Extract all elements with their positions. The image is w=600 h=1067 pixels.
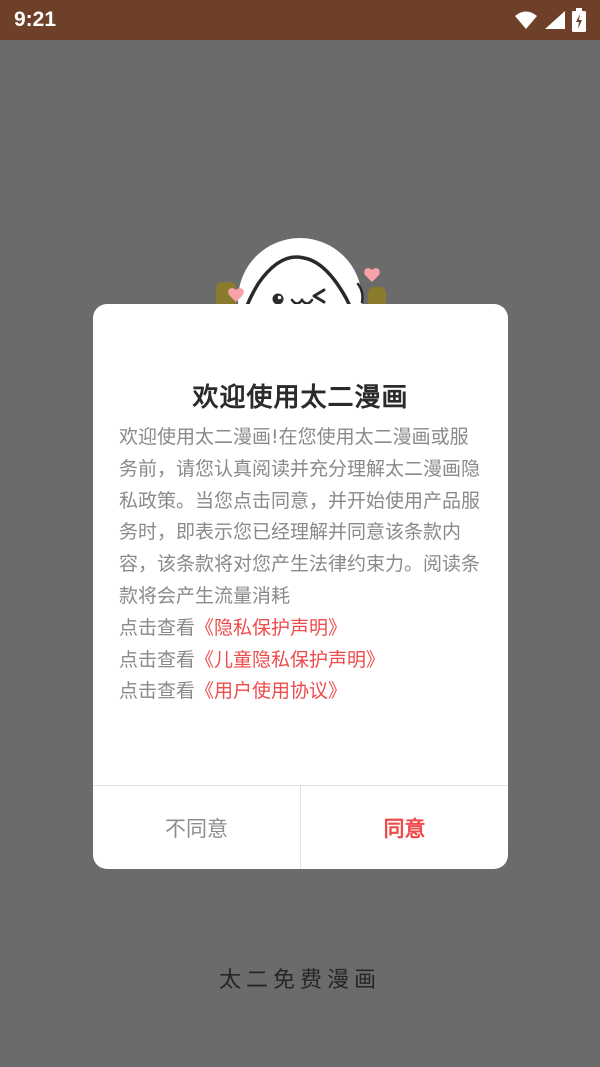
- signal-icon: [545, 11, 565, 29]
- children-privacy-statement-link[interactable]: 《儿童隐私保护声明》: [195, 649, 385, 671]
- status-time: 9:21: [14, 8, 57, 31]
- wifi-icon: [515, 11, 537, 29]
- agree-button[interactable]: 同意: [301, 786, 508, 869]
- status-icons: [514, 8, 586, 32]
- status-bar: 9:21: [0, 0, 600, 40]
- link-prefix: 点击查看: [119, 648, 196, 671]
- user-agreement-link[interactable]: 《用户使用协议》: [195, 680, 347, 702]
- link-prefix: 点击查看: [119, 680, 196, 703]
- link-line-user-agreement: 点击查看《用户使用协议》: [119, 676, 484, 708]
- disagree-button[interactable]: 不同意: [93, 786, 300, 869]
- dialog-title: 欢迎使用太二漫画: [192, 383, 409, 413]
- privacy-dialog: 欢迎使用太二漫画 欢迎使用太二漫画!在您使用太二漫画或服务前，请您认真阅读并充分…: [93, 304, 508, 869]
- brand-text: 太二免费漫画: [218, 968, 381, 993]
- link-line-privacy: 点击查看《隐私保护声明》: [119, 613, 484, 645]
- battery-charging-icon: [572, 8, 586, 32]
- link-prefix: 点击查看: [119, 616, 196, 639]
- link-line-children-privacy: 点击查看《儿童隐私保护声明》: [119, 645, 484, 677]
- dialog-body: 欢迎使用太二漫画!在您使用太二漫画或服务前，请您认真阅读并充分理解太二漫画隐私政…: [119, 422, 484, 708]
- privacy-statement-link[interactable]: 《隐私保护声明》: [195, 617, 347, 639]
- dialog-body-text: 欢迎使用太二漫画!在您使用太二漫画或服务前，请您认真阅读并充分理解太二漫画隐私政…: [119, 426, 481, 607]
